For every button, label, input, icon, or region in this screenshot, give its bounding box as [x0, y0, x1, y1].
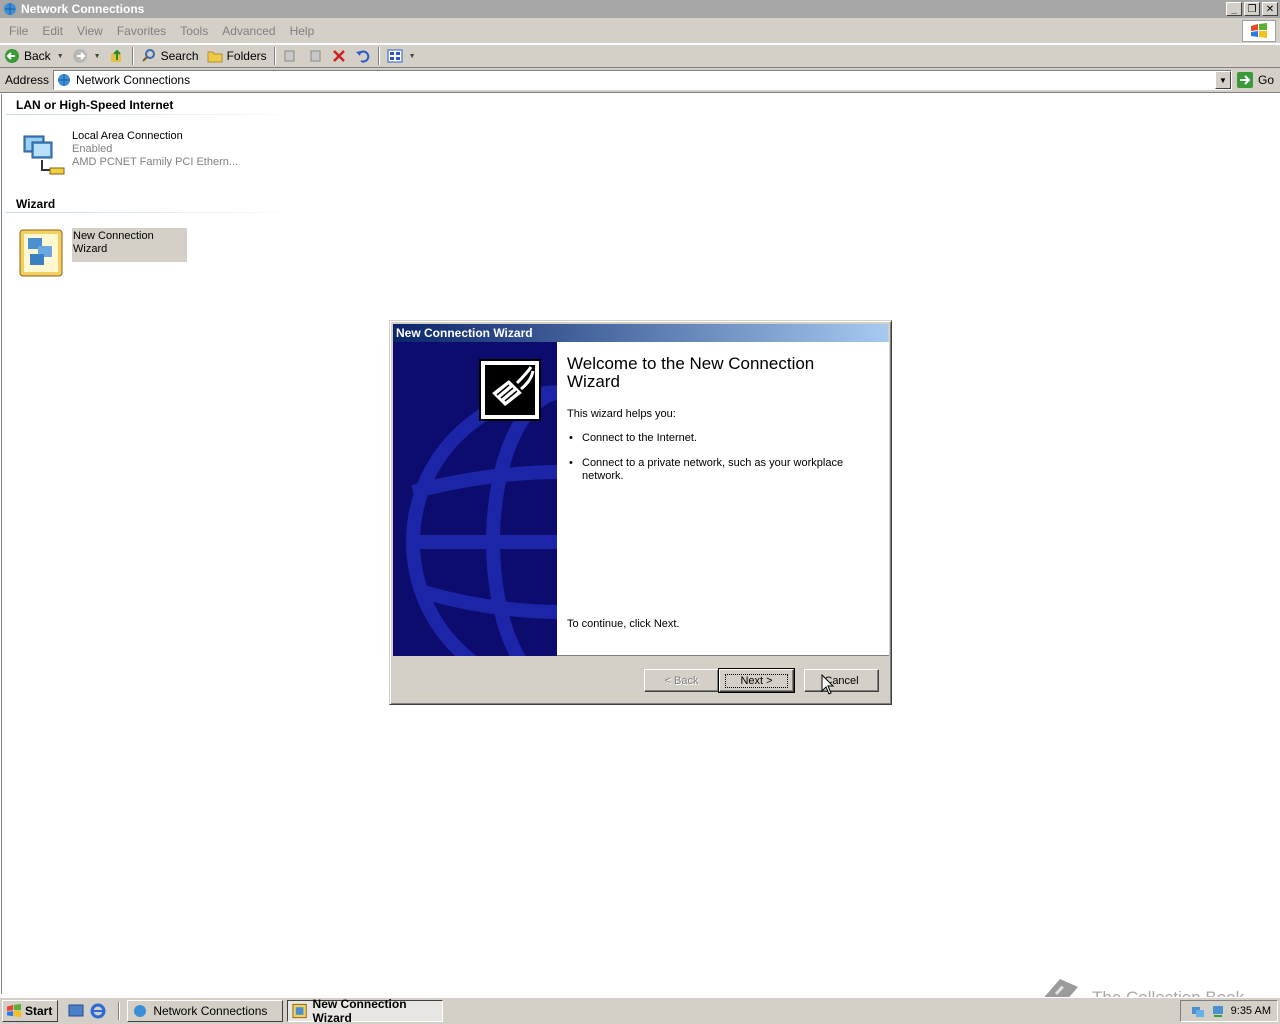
cancel-button[interactable]: Cancel — [804, 669, 879, 692]
local-area-connection-item[interactable]: Local Area Connection Enabled AMD PCNET … — [16, 130, 238, 180]
restore-button[interactable]: ❐ — [1244, 2, 1260, 16]
undo-button[interactable] — [351, 45, 375, 67]
bullet-private-network: Connect to a private network, such as yo… — [582, 457, 844, 482]
go-button[interactable]: Go — [1232, 71, 1280, 89]
wizard-icon — [292, 1003, 308, 1019]
forward-dropdown-icon[interactable]: ▼ — [94, 53, 101, 60]
new-connection-wizard-dialog: New Connection Wizard Welcome to the New… — [389, 320, 892, 705]
bullet-internet: Connect to the Internet. — [582, 432, 697, 444]
mouse-cursor-icon — [821, 674, 835, 695]
search-label: Search — [160, 49, 199, 63]
menu-favorites[interactable]: Favorites — [110, 24, 173, 38]
standard-toolbar: Back ▼ ▼ Search Folders ▼ — [0, 44, 1280, 68]
address-input[interactable]: Network Connections ▼ — [53, 70, 1232, 90]
dialog-continue-text: To continue, click Next. — [567, 618, 680, 630]
wizard-icon — [19, 229, 63, 277]
system-tray: 9:35 AM — [1180, 1000, 1278, 1022]
dialog-body: Welcome to the New Connection Wizard Thi… — [393, 342, 889, 656]
address-label: Address — [5, 73, 50, 87]
views-icon — [387, 49, 403, 63]
new-connection-wizard-item[interactable]: New Connection Wizard — [16, 228, 187, 278]
start-button[interactable]: Start — [2, 1000, 59, 1022]
wizard-banner — [393, 342, 557, 656]
forward-button[interactable]: ▼ — [68, 45, 105, 67]
task-label: Network Connections — [153, 1004, 268, 1018]
copy-to-icon — [310, 50, 321, 62]
views-button[interactable]: ▼ — [383, 45, 420, 67]
back-dropdown-icon[interactable]: ▼ — [57, 53, 64, 60]
move-to-button[interactable] — [279, 45, 303, 67]
dialog-heading: Welcome to the New Connection Wizard — [567, 354, 815, 391]
address-dropdown-icon[interactable]: ▼ — [1214, 71, 1231, 89]
back-arrow-icon — [5, 49, 19, 63]
undo-icon — [355, 50, 369, 63]
show-desktop-icon[interactable] — [68, 1003, 84, 1019]
tray-network-icon[interactable] — [1191, 1004, 1205, 1018]
up-folder-icon — [110, 49, 121, 62]
group-header-lan: LAN or High-Speed Internet — [16, 98, 174, 112]
bullet-item: • Connect to the Internet. — [569, 432, 852, 445]
network-connections-icon — [134, 1005, 147, 1017]
quick-launch — [68, 1003, 106, 1019]
group-header-wizard: Wizard — [16, 197, 56, 211]
menu-file[interactable]: File — [2, 24, 35, 38]
next-label: Next > — [725, 673, 788, 688]
task-label: New Connection Wizard — [312, 997, 407, 1024]
go-arrow-icon — [1236, 72, 1253, 88]
lan-connection-icon — [23, 135, 65, 175]
task-network-connections[interactable]: Network Connections — [127, 1000, 284, 1022]
bullet-item: • Connect to a private network, such as y… — [569, 457, 852, 483]
next-button[interactable]: Next > — [718, 668, 795, 693]
network-cable-icon — [479, 359, 541, 421]
close-button[interactable]: ✕ — [1262, 2, 1278, 16]
search-button[interactable]: Search — [137, 45, 203, 67]
windows-logo-icon — [7, 1004, 21, 1018]
dialog-intro: This wizard helps you: — [567, 408, 676, 420]
lan-status: Enabled — [72, 143, 113, 155]
taskbar: Start Network Connections New Connection… — [0, 997, 1280, 1024]
back-button[interactable]: Back ▼ — [0, 45, 68, 67]
delete-x-icon — [332, 50, 345, 62]
minimize-button[interactable]: _ — [1226, 2, 1242, 16]
menu-view[interactable]: View — [70, 24, 110, 38]
network-connections-icon — [58, 74, 71, 86]
network-connections-icon — [4, 3, 16, 15]
go-label: Go — [1257, 73, 1274, 87]
menu-help[interactable]: Help — [283, 24, 322, 38]
views-dropdown-icon[interactable]: ▼ — [409, 53, 416, 60]
copy-to-button[interactable] — [303, 45, 327, 67]
forward-arrow-icon — [72, 49, 87, 63]
menu-tools[interactable]: Tools — [173, 24, 215, 38]
dialog-titlebar[interactable]: New Connection Wizard — [393, 324, 888, 342]
folder-icon — [207, 51, 223, 63]
search-icon — [141, 49, 155, 62]
lan-device: AMD PCNET Family PCI Ethern... — [72, 156, 239, 168]
tray-connection-icon[interactable] — [1211, 1004, 1225, 1018]
start-label: Start — [25, 1004, 53, 1018]
back-button-disabled: < Back — [644, 669, 719, 692]
address-bar: Address Network Connections ▼ Go — [0, 68, 1280, 93]
lan-name: Local Area Connection — [72, 130, 183, 142]
address-value: Network Connections — [76, 73, 191, 87]
folders-label: Folders — [226, 49, 267, 63]
delete-button[interactable] — [327, 45, 351, 67]
back-label: Back — [24, 49, 51, 63]
task-new-connection-wizard[interactable]: New Connection Wizard — [287, 997, 444, 1024]
menu-bar: File Edit View Favorites Tools Advanced … — [0, 18, 1280, 44]
wizard-item-label-box: New Connection Wizard — [72, 228, 187, 262]
window-title: Network Connections — [21, 2, 145, 16]
menu-advanced[interactable]: Advanced — [215, 24, 282, 38]
up-folder-button[interactable] — [105, 45, 129, 67]
window-titlebar[interactable]: Network Connections _ ❐ ✕ — [0, 0, 1280, 18]
wizard-name: New Connection Wizard — [73, 230, 154, 255]
menu-edit[interactable]: Edit — [35, 24, 70, 38]
move-to-icon — [284, 50, 295, 62]
folders-button[interactable]: Folders — [203, 45, 271, 67]
windows-logo-icon — [1242, 20, 1276, 42]
clock[interactable]: 9:35 AM — [1231, 1005, 1271, 1017]
internet-explorer-icon[interactable] — [90, 1003, 106, 1019]
